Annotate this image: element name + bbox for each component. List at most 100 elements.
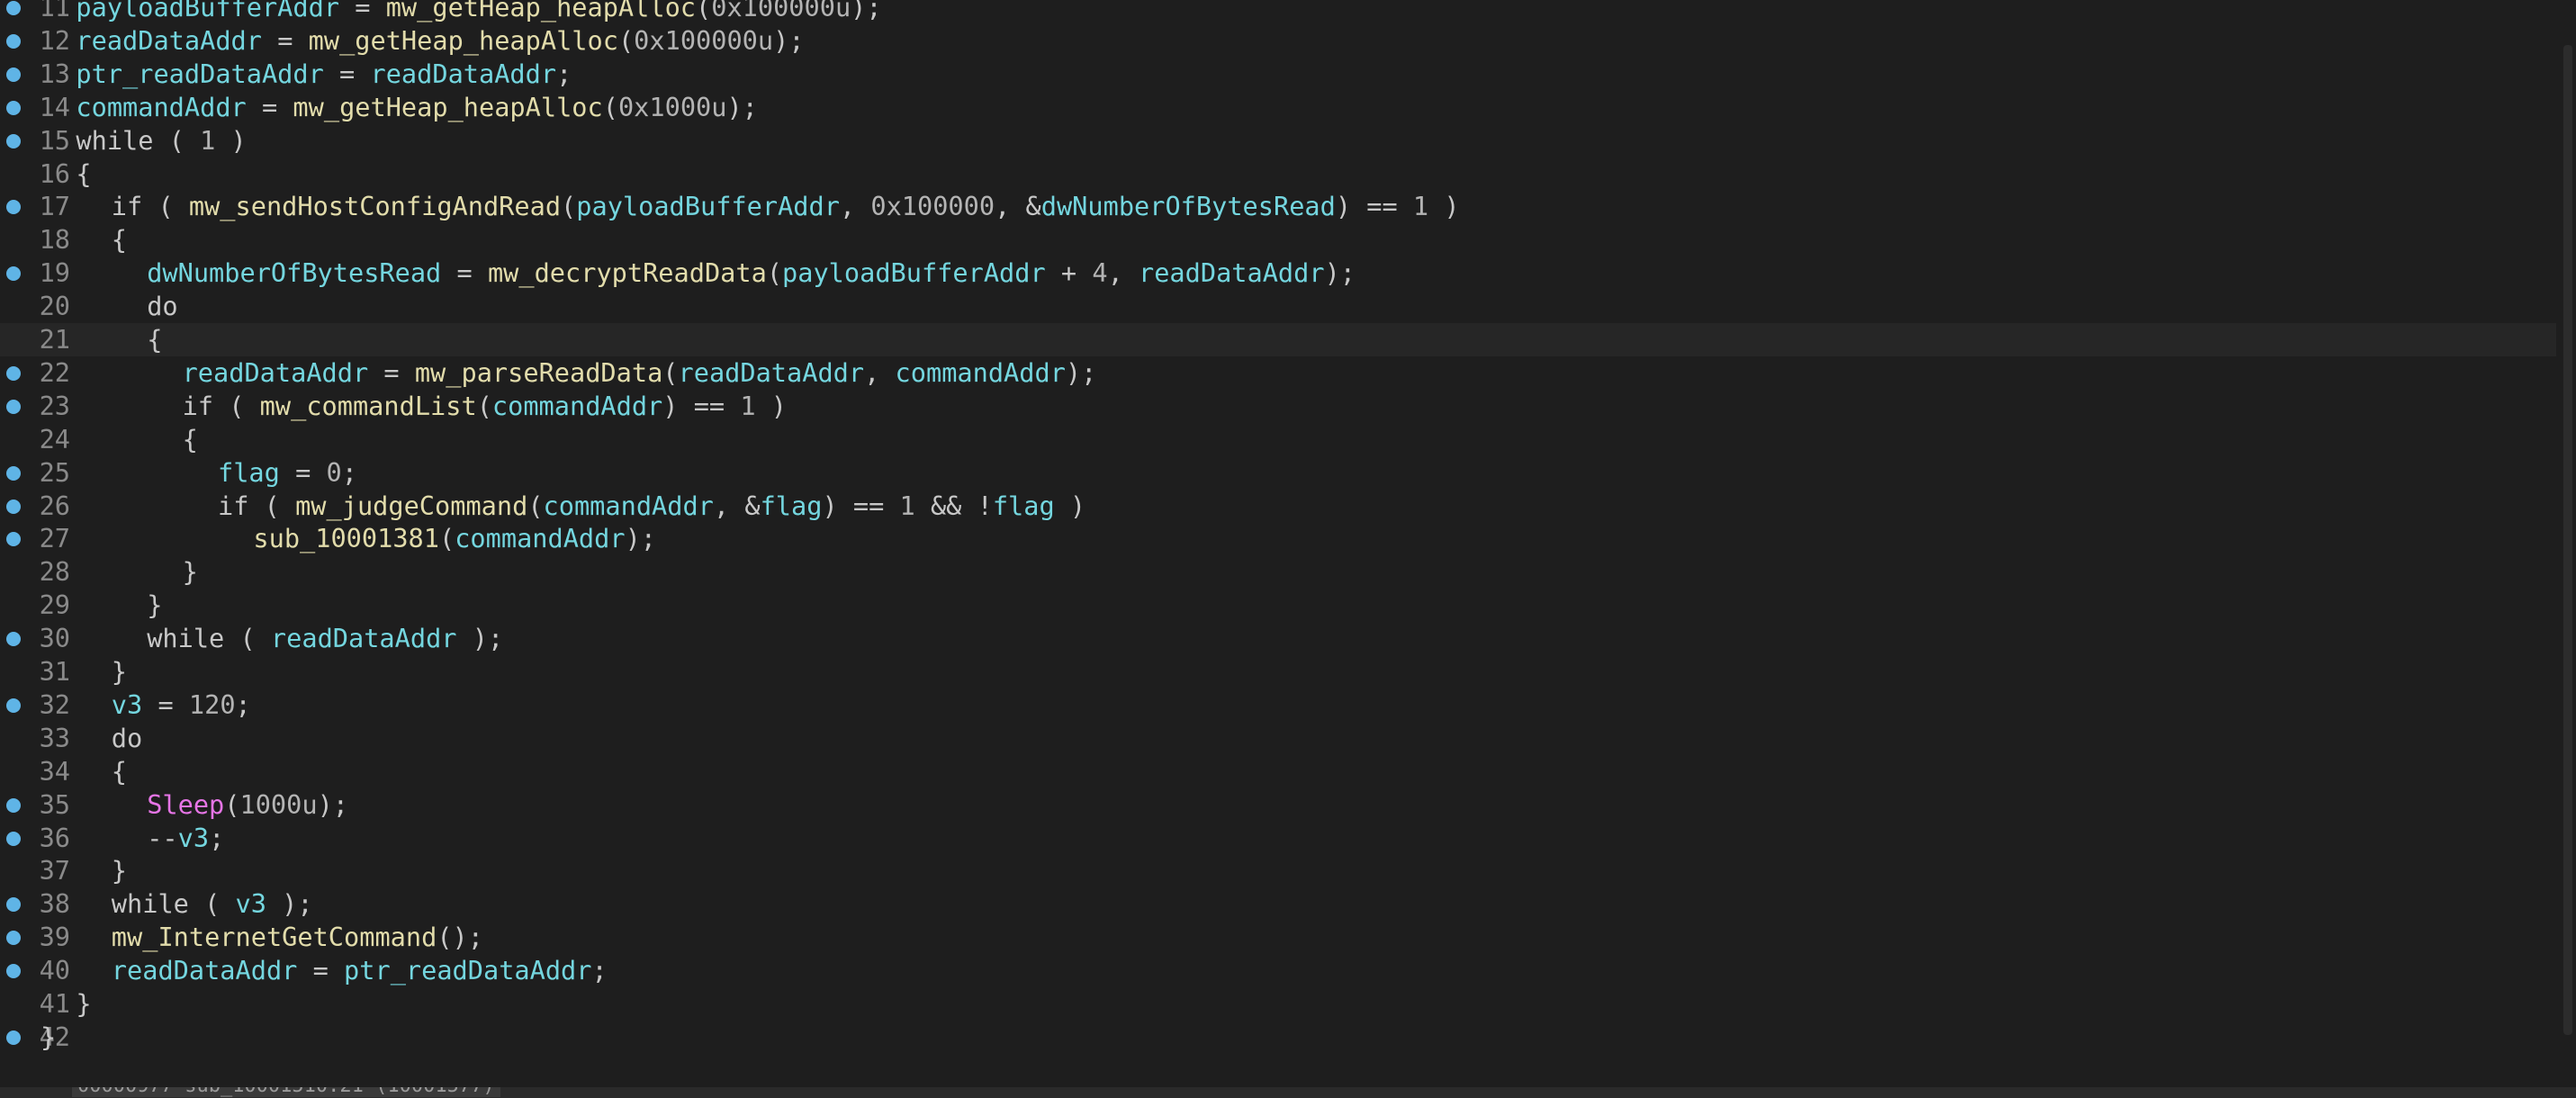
breakpoint-marker-icon[interactable] (6, 33, 21, 49)
numeric-literal[interactable]: 1 (900, 490, 915, 521)
variable-name[interactable]: readDataAddr (371, 58, 557, 89)
function-name[interactable]: mw_getHeap_heapAlloc (309, 25, 618, 56)
numeric-literal[interactable]: 1 (740, 391, 755, 421)
variable-name[interactable]: readDataAddr (271, 623, 457, 653)
code-line[interactable]: 24 { (0, 423, 2556, 456)
function-name[interactable]: mw_getHeap_heapAlloc (293, 92, 602, 122)
code-line[interactable]: 16{ (0, 158, 2556, 191)
code-text[interactable]: readDataAddr = mw_getHeap_heapAlloc(0x10… (76, 24, 804, 58)
function-name[interactable]: mw_commandList (260, 391, 477, 421)
code-line[interactable]: 41} (0, 987, 2556, 1021)
breakpoint-marker-icon[interactable] (6, 499, 21, 514)
code-line[interactable]: 25 flag = 0; (0, 456, 2556, 490)
code-text[interactable]: sub_10001381(commandAddr); (253, 522, 656, 555)
variable-name[interactable]: readDataAddr (76, 25, 262, 56)
breakpoint-marker-icon[interactable] (6, 698, 21, 713)
code-line[interactable]: 28} (0, 555, 2556, 589)
code-text[interactable]: } (41, 1021, 56, 1054)
variable-name[interactable]: readDataAddr (1139, 257, 1325, 288)
variable-name[interactable]: commandAddr (492, 391, 662, 421)
vertical-scrollbar[interactable] (2556, 0, 2576, 1087)
variable-name[interactable]: ptr_readDataAddr (76, 58, 323, 89)
breakpoint-marker-icon[interactable] (6, 532, 21, 547)
code-text[interactable]: if ( mw_commandList(commandAddr) == 1 ) (183, 390, 787, 423)
code-text[interactable]: } (112, 655, 127, 688)
code-text[interactable]: { (112, 755, 127, 788)
code-text[interactable]: dwNumberOfBytesRead = mw_decryptReadData… (147, 256, 1356, 290)
code-text[interactable]: if ( mw_judgeCommand(commandAddr, &flag)… (218, 490, 1085, 523)
breakpoint-marker-icon[interactable] (6, 200, 21, 215)
code-text[interactable]: { (147, 323, 162, 356)
function-name[interactable]: mw_parseReadData (415, 357, 662, 388)
code-line[interactable]: 18 { (0, 223, 2556, 256)
function-name[interactable]: mw_decryptReadData (488, 257, 767, 288)
code-text[interactable]: mw_InternetGetCommand(); (112, 921, 483, 954)
variable-name[interactable]: ptr_readDataAddr (344, 955, 591, 986)
code-text[interactable]: flag = 0; (218, 456, 357, 490)
api-call[interactable]: Sleep (147, 789, 224, 820)
breakpoint-marker-icon[interactable] (6, 1030, 21, 1045)
breakpoint-marker-icon[interactable] (6, 931, 21, 946)
breakpoint-marker-icon[interactable] (6, 365, 21, 381)
code-text[interactable]: } (147, 589, 162, 622)
code-line[interactable]: 40 readDataAddr = ptr_readDataAddr; (0, 954, 2556, 987)
code-text[interactable]: } (112, 854, 127, 887)
code-text[interactable]: } (183, 555, 198, 589)
variable-name[interactable]: v3 (236, 888, 266, 919)
code-line[interactable]: 34 { (0, 755, 2556, 788)
breakpoint-marker-icon[interactable] (6, 831, 21, 846)
code-line[interactable]: 26 if ( mw_judgeCommand(commandAddr, &fla… (0, 490, 2556, 523)
function-name[interactable]: mw_InternetGetCommand (112, 922, 437, 952)
numeric-literal[interactable]: 1 (1413, 191, 1428, 221)
breakpoint-marker-icon[interactable] (6, 100, 21, 115)
breakpoint-marker-icon[interactable] (6, 266, 21, 282)
code-line[interactable]: 31} (0, 655, 2556, 688)
code-text[interactable]: if ( mw_sendHostConfigAndRead(payloadBuf… (112, 190, 1460, 223)
scrollbar-thumb[interactable] (2563, 45, 2572, 1035)
numeric-literal[interactable]: 1000u (239, 789, 317, 820)
variable-name[interactable]: readDataAddr (183, 357, 369, 388)
code-line[interactable]: 27 sub_10001381(commandAddr); (0, 522, 2556, 555)
code-line[interactable]: 12 readDataAddr = mw_getHeap_heapAlloc(0x… (0, 24, 2556, 58)
variable-name[interactable]: commandAddr (455, 523, 625, 554)
code-line[interactable]: 33 do (0, 722, 2556, 755)
numeric-literal[interactable]: 1 (200, 125, 215, 156)
code-text[interactable]: while ( 1 ) (76, 124, 246, 158)
code-line[interactable]: 14 commandAddr = mw_getHeap_heapAlloc(0x1… (0, 91, 2556, 124)
variable-name[interactable]: commandAddr (544, 490, 714, 521)
pseudocode-editor[interactable]: 1 1 payloadBufferAddr = mw_getHeap_heapAll… (0, 0, 2576, 1087)
function-name[interactable]: sub_10001381 (253, 523, 439, 554)
numeric-literal[interactable]: 0x100000u (634, 25, 773, 56)
code-line[interactable]: 39 mw_InternetGetCommand(); (0, 921, 2556, 954)
code-line[interactable]: 36 --v3; (0, 822, 2556, 855)
variable-name[interactable]: commandAddr (76, 92, 246, 122)
code-text[interactable]: readDataAddr = ptr_readDataAddr; (112, 954, 608, 987)
breakpoint-marker-icon[interactable] (6, 133, 21, 148)
code-line[interactable]: 29} (0, 589, 2556, 622)
numeric-literal[interactable]: 4 (1092, 257, 1107, 288)
code-text[interactable]: do (112, 722, 142, 755)
variable-name[interactable]: commandAddr (896, 357, 1066, 388)
code-line[interactable]: 32 v3 = 120; (0, 688, 2556, 722)
variable-name[interactable]: readDataAddr (679, 357, 865, 388)
variable-name[interactable]: payloadBufferAddr (76, 0, 339, 22)
code-text[interactable]: payloadBufferAddr = mw_getHeap_heapAlloc… (76, 0, 881, 24)
variable-name[interactable]: payloadBufferAddr (576, 191, 840, 221)
code-line[interactable]: 35 Sleep(1000u); (0, 788, 2556, 822)
numeric-literal[interactable]: 0x100000u (711, 0, 851, 22)
code-text[interactable]: { (76, 158, 91, 191)
code-text[interactable]: } (76, 987, 91, 1021)
numeric-literal[interactable]: 0 (327, 457, 342, 488)
code-line[interactable]: 42} (0, 1021, 2556, 1054)
breakpoint-marker-icon[interactable] (6, 67, 21, 82)
code-text[interactable]: Sleep(1000u); (147, 788, 348, 822)
breakpoint-marker-icon[interactable] (6, 465, 21, 481)
function-name[interactable]: mw_judgeCommand (295, 490, 527, 521)
numeric-literal[interactable]: 0x1000u (618, 92, 727, 122)
code-text[interactable]: while ( readDataAddr ); (147, 622, 503, 655)
code-line[interactable]: 13 ptr_readDataAddr = readDataAddr; (0, 58, 2556, 91)
code-text[interactable]: ptr_readDataAddr = readDataAddr; (76, 58, 572, 91)
variable-name[interactable]: dwNumberOfBytesRead (147, 257, 441, 288)
code-line[interactable]: 37} (0, 854, 2556, 887)
code-line[interactable]: 15 while ( 1 ) (0, 124, 2556, 158)
